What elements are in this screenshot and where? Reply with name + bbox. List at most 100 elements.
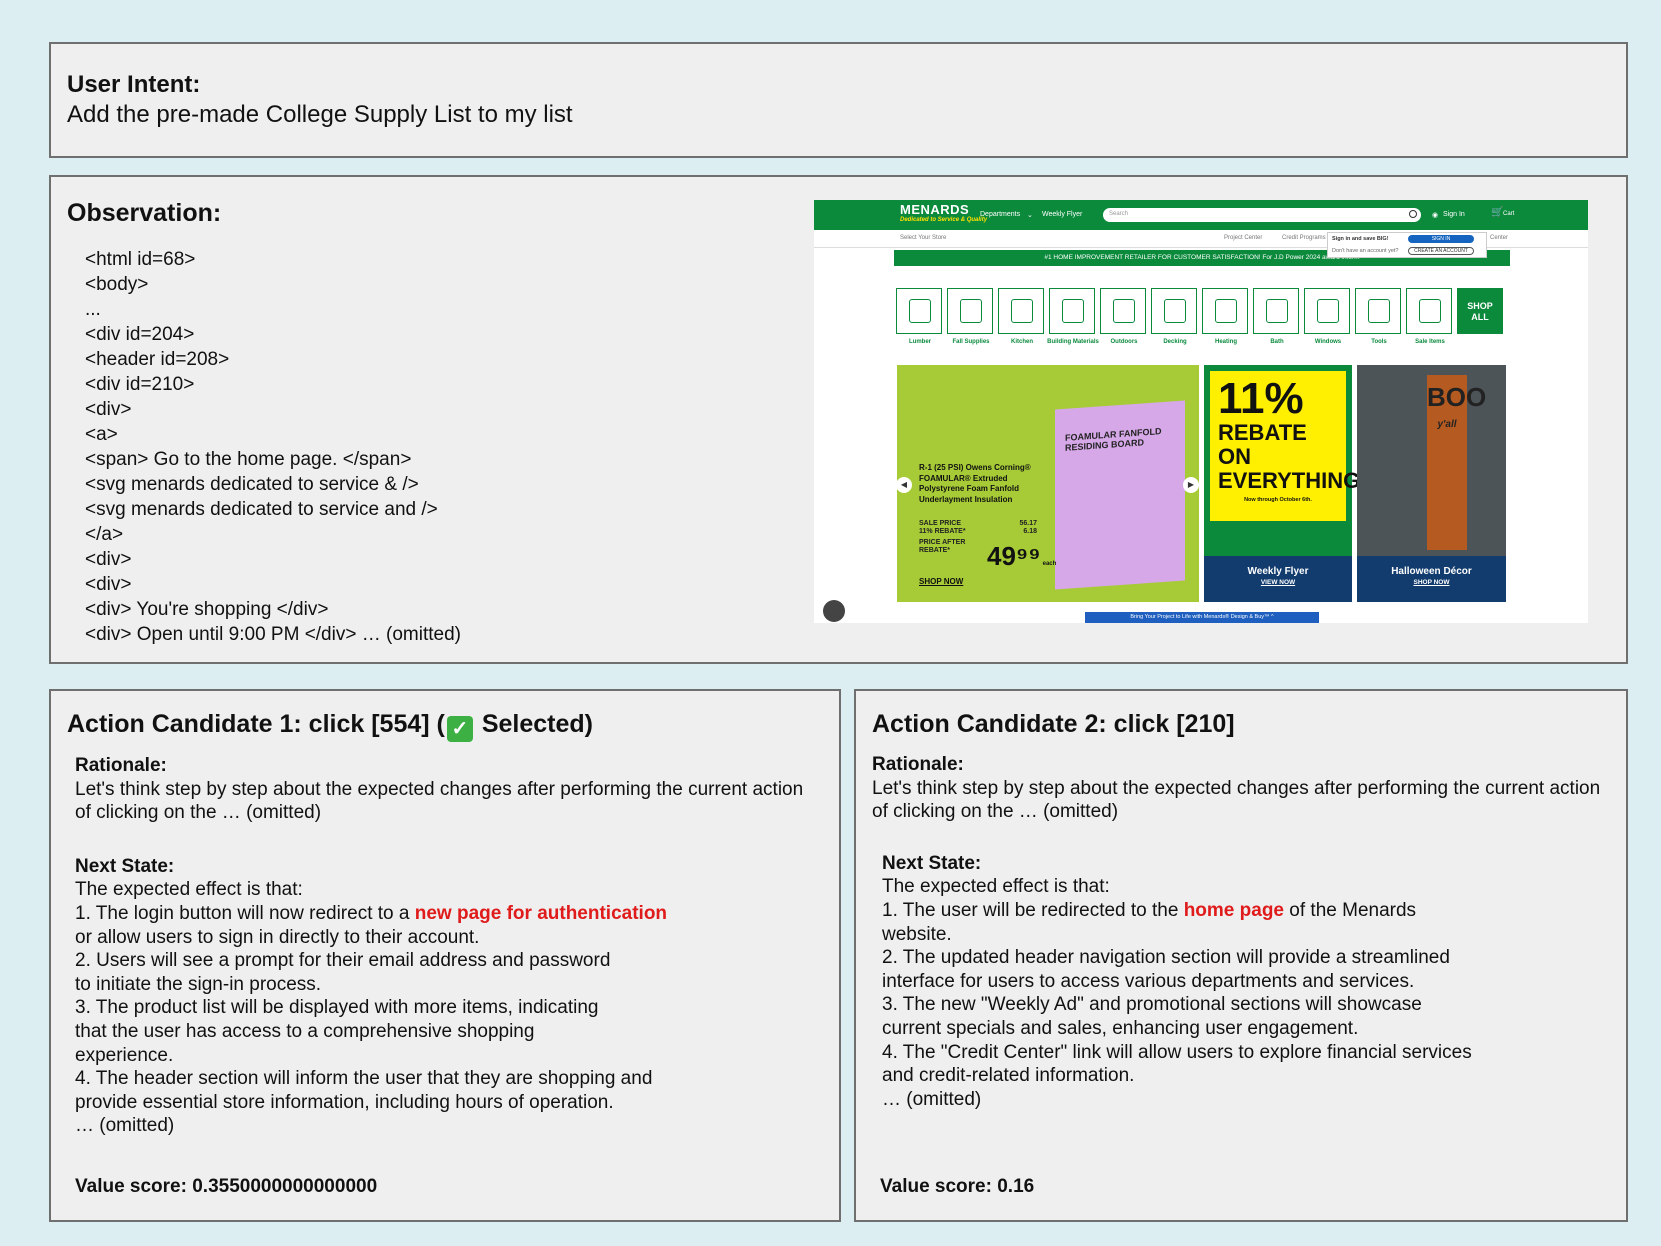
promo-footer-title: Halloween Décor	[1391, 566, 1472, 577]
code-line: <body>	[85, 274, 149, 295]
code-line: <div id=210>	[85, 374, 195, 395]
next-state-line: to initiate the sign-in process.	[75, 973, 322, 995]
action-candidate-2-panel: Action Candidate 2: click [210] Rational…	[854, 689, 1628, 1222]
category-outdoors[interactable]: Outdoors	[1100, 288, 1146, 345]
user-icon: ◉	[1432, 212, 1439, 219]
nav-departments[interactable]: Departments	[980, 211, 1020, 218]
next-state-line: 2. Users will see a prompt for their ema…	[75, 950, 611, 972]
accessibility-icon[interactable]	[823, 600, 845, 622]
view-now-link[interactable]: VIEW NOW	[1204, 579, 1352, 586]
search-icon[interactable]	[1409, 210, 1417, 218]
category-heating[interactable]: Heating	[1202, 288, 1248, 345]
category-decking[interactable]: Decking	[1151, 288, 1197, 345]
code-line: <div>	[85, 574, 132, 595]
code-line: <div> Open until 9:00 PM </div> … (omitt…	[85, 624, 461, 645]
shop-all-button[interactable]: SHOP ALL	[1457, 288, 1503, 334]
sign-in-popup: Sign in and save BIG! Don't have an acco…	[1327, 232, 1487, 258]
nav-weekly-flyer[interactable]: Weekly Flyer	[1042, 211, 1082, 218]
next-state-line: 3. The product list will be displayed wi…	[75, 997, 599, 1019]
checkmark-icon: ✓	[446, 716, 473, 742]
category-bath[interactable]: Bath	[1253, 288, 1299, 345]
website-screenshot: MENARDS Dedicated to Service & Quality D…	[814, 200, 1588, 623]
shop-now-link[interactable]: SHOP NOW	[1357, 579, 1506, 586]
promo-weekly-flyer[interactable]: 11% REBATE ON EVERYTHING!* Now through O…	[1204, 365, 1376, 602]
deck-icon	[1164, 299, 1186, 323]
site-header: MENARDS Dedicated to Service & Quality D…	[814, 200, 1588, 230]
highlight-text: home page	[1183, 899, 1285, 921]
category-sale-items[interactable]: Sale Items	[1406, 288, 1452, 345]
logo-text: MENARDS	[900, 202, 970, 217]
next-state-text: 1. The user will be redirected to the	[882, 899, 1184, 921]
next-state-line: experience.	[75, 1044, 174, 1066]
next-state-line: 3. The new "Weekly Ad" and promotional s…	[882, 994, 1422, 1016]
omitted-text: … (omitted)	[75, 1115, 175, 1137]
category-tools[interactable]: Tools	[1355, 288, 1401, 345]
carousel-prev-icon[interactable]: ◀	[896, 477, 912, 493]
observation-code: <html id=68> <body> ... <div id=204> <he…	[85, 247, 461, 647]
category-windows[interactable]: Windows	[1304, 288, 1350, 345]
category-label: Sale Items	[1415, 339, 1445, 345]
nav-cart[interactable]: Cart	[1503, 211, 1514, 217]
candidate-1-title: Action Candidate 1: click [554] (✓ Selec…	[67, 707, 823, 742]
next-state-line: current specials and sales, enhancing us…	[882, 1017, 1359, 1039]
rebate-dates: Now through October 6th.	[1244, 497, 1312, 503]
code-line: <span> Go to the home page. </span>	[85, 449, 412, 470]
next-state-text: of the Menards	[1284, 899, 1417, 921]
tree-icon	[1113, 299, 1135, 323]
category-lumber[interactable]: Lumber	[896, 288, 942, 345]
code-line: <header id=208>	[85, 349, 230, 370]
candidate-2-title: Action Candidate 2: click [210]	[872, 710, 1235, 738]
yall-text: y'all	[1437, 419, 1457, 430]
sign-in-button[interactable]: SIGN IN	[1408, 235, 1474, 243]
category-fall-supplies[interactable]: Fall Supplies	[947, 288, 993, 345]
sink-icon	[1266, 299, 1288, 323]
observation-heading: Observation:	[67, 199, 222, 227]
menards-logo[interactable]: MENARDS Dedicated to Service & Quality	[900, 202, 987, 223]
search-placeholder: Search	[1109, 211, 1129, 217]
rationale-label: Rationale:	[75, 755, 167, 776]
rationale-text: Let's think step by step about the expec…	[75, 778, 804, 824]
window-icon	[1317, 299, 1339, 323]
promo-footer-title: Weekly Flyer	[1247, 566, 1309, 577]
next-state-label: Next State:	[75, 855, 175, 877]
sign-in-prompt: Sign in and save BIG!	[1332, 236, 1389, 242]
after-rebate-label: PRICE AFTER REBATE*	[919, 539, 966, 554]
intent-text: Add the pre-made College Supply List to …	[67, 101, 573, 128]
create-account-button[interactable]: CREATE AN ACCOUNT	[1408, 247, 1474, 255]
category-building-materials[interactable]: Building Materials	[1047, 288, 1099, 345]
final-price: 49⁹⁹ each	[987, 541, 1056, 572]
next-state-intro: The expected effect is that:	[75, 879, 303, 901]
code-line: </a>	[85, 524, 124, 545]
drill-icon	[1368, 299, 1390, 323]
rationale-label: Rationale:	[872, 754, 964, 775]
board-title: FOAMULAR FANFOLD RESIDING BOARD	[1065, 426, 1162, 453]
center-link[interactable]: Center	[1490, 235, 1508, 241]
chevron-down-icon: ⌄	[1027, 212, 1033, 219]
design-buy-tab[interactable]: Bring Your Project to Life with Menards®…	[1085, 612, 1319, 623]
next-state-label: Next State:	[882, 852, 982, 874]
boo-sign: BOO y'all	[1427, 375, 1486, 550]
select-store-link[interactable]: Select Your Store	[900, 235, 946, 241]
category-kitchen[interactable]: Kitchen	[998, 288, 1044, 345]
promo-title: R-1 (25 PSI) Owens Corning® FOAMULAR® Ex…	[919, 463, 1031, 504]
cart-icon[interactable]: 🛒	[1491, 207, 1503, 218]
next-state-line: interface for users to access various de…	[882, 970, 1415, 992]
code-line: <div>	[85, 549, 132, 570]
next-state-line: and credit-related information.	[882, 1065, 1135, 1087]
search-input[interactable]: Search	[1103, 208, 1421, 222]
leaf-icon	[960, 299, 982, 323]
shop-now-link[interactable]: SHOP NOW	[919, 577, 963, 586]
promo-footer: Weekly Flyer VIEW NOW	[1204, 556, 1352, 602]
nav-sign-in[interactable]: Sign In	[1443, 211, 1465, 218]
promo-foamular[interactable]: FOAMULAR FANFOLD RESIDING BOARD R-1 (25 …	[896, 365, 1199, 602]
bricks-icon	[1062, 299, 1084, 323]
project-center-link[interactable]: Project Center	[1224, 235, 1262, 241]
next-state-block: Next State: The expected effect is that:…	[872, 852, 1610, 1112]
credit-programs-link[interactable]: Credit Programs	[1282, 235, 1326, 241]
sale-price: 56.17	[1019, 520, 1037, 527]
rebate-label: 11% REBATE*	[919, 528, 966, 535]
fireplace-icon	[1215, 299, 1237, 323]
next-state-intro: The expected effect is that:	[882, 876, 1110, 898]
carousel-next-icon[interactable]: ▶	[1183, 477, 1199, 493]
promo-halloween[interactable]: BOO y'all Halloween Décor SHOP NOW	[1357, 365, 1506, 602]
